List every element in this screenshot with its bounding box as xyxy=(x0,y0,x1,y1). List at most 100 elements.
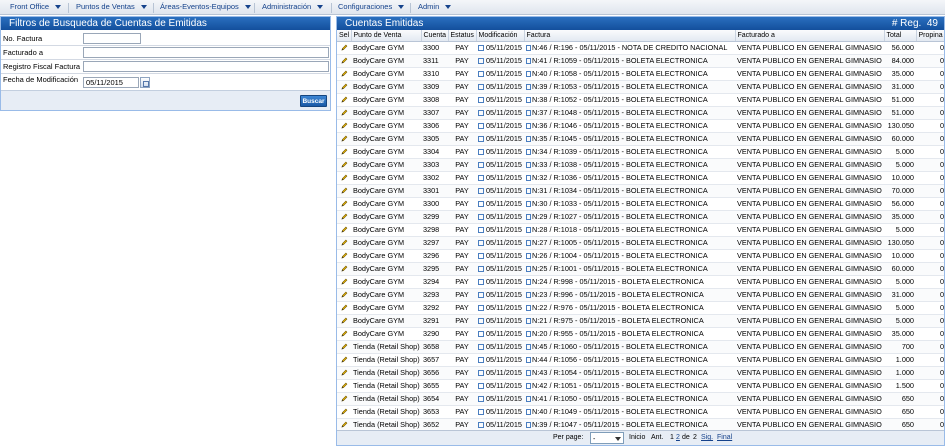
pencil-icon[interactable] xyxy=(340,225,348,233)
row-select[interactable] xyxy=(337,405,351,419)
row-select[interactable] xyxy=(337,288,351,302)
table-row[interactable]: BodyCare GYM 3294 PAY 05/11/2015 N:24 / R:99… xyxy=(337,275,944,289)
menu-configuraciones[interactable]: Configuraciones xyxy=(338,0,405,15)
table-row[interactable]: BodyCare GYM 3292 PAY 05/11/2015 N:22 / R:97… xyxy=(337,301,944,315)
pencil-icon[interactable] xyxy=(340,329,348,337)
checkbox-icon[interactable] xyxy=(478,252,484,259)
pencil-icon[interactable] xyxy=(340,56,348,64)
table-row[interactable]: BodyCare GYM 3307 PAY 05/11/2015 N:37 / R:10… xyxy=(337,106,944,120)
row-select[interactable] xyxy=(337,210,351,224)
table-row[interactable]: BodyCare GYM 3300 PAY 05/11/2015 N:30 / R:10… xyxy=(337,197,944,211)
row-select[interactable] xyxy=(337,262,351,276)
checkbox-icon[interactable] xyxy=(478,44,484,51)
checkbox-icon[interactable] xyxy=(478,109,484,116)
table-row[interactable]: BodyCare GYM 3297 PAY 05/11/2015 N:27 / R:10… xyxy=(337,236,944,250)
checkbox-icon[interactable] xyxy=(478,226,484,233)
pencil-icon[interactable] xyxy=(340,342,348,350)
col-propina[interactable]: Propina xyxy=(916,30,944,42)
table-row[interactable]: Tienda (Retail Shop) 3657 PAY 05/11/2015 N:4… xyxy=(337,353,944,367)
row-select[interactable] xyxy=(337,275,351,289)
pencil-icon[interactable] xyxy=(340,368,348,376)
pencil-icon[interactable] xyxy=(340,290,348,298)
pencil-icon[interactable] xyxy=(340,147,348,155)
col-facturado-a[interactable]: Facturado a xyxy=(735,30,885,42)
row-select[interactable] xyxy=(337,67,351,81)
pencil-icon[interactable] xyxy=(340,43,348,51)
pager-final[interactable]: Final xyxy=(717,434,732,441)
pencil-icon[interactable] xyxy=(340,355,348,363)
row-select[interactable] xyxy=(337,314,351,328)
pencil-icon[interactable] xyxy=(340,212,348,220)
menu-areas-eventos-equipos[interactable]: Áreas-Eventos-Equipos xyxy=(160,0,251,15)
pencil-icon[interactable] xyxy=(340,251,348,259)
table-row[interactable]: Tienda (Retail Shop) 3653 PAY 05/11/2015 N:4… xyxy=(337,405,944,419)
checkbox-icon[interactable] xyxy=(478,382,484,389)
table-row[interactable]: Tienda (Retail Shop) 3655 PAY 05/11/2015 N:4… xyxy=(337,379,944,393)
checkbox-icon[interactable] xyxy=(478,135,484,142)
checkbox-icon[interactable] xyxy=(478,148,484,155)
pencil-icon[interactable] xyxy=(340,394,348,402)
facturado-a-input[interactable] xyxy=(83,47,329,58)
row-select[interactable] xyxy=(337,80,351,94)
pencil-icon[interactable] xyxy=(340,277,348,285)
col-factura[interactable]: Factura xyxy=(524,30,736,42)
per-page-select[interactable]: - xyxy=(590,432,624,444)
pencil-icon[interactable] xyxy=(340,121,348,129)
pencil-icon[interactable] xyxy=(340,264,348,272)
table-row[interactable]: Tienda (Retail Shop) 3656 PAY 05/11/2015 N:4… xyxy=(337,366,944,380)
pencil-icon[interactable] xyxy=(340,173,348,181)
pager-page-1[interactable]: 1 xyxy=(670,434,674,441)
menu-puntos-de-ventas[interactable]: Puntos de Ventas xyxy=(76,0,147,15)
col-estatus[interactable]: Estatus xyxy=(448,30,477,42)
checkbox-icon[interactable] xyxy=(478,421,484,428)
row-select[interactable] xyxy=(337,340,351,354)
table-row[interactable]: BodyCare GYM 3309 PAY 05/11/2015 N:39 / R:10… xyxy=(337,80,944,94)
col-sel[interactable]: Sel xyxy=(337,30,352,42)
table-row[interactable]: BodyCare GYM 3310 PAY 05/11/2015 N:40 / R:10… xyxy=(337,67,944,81)
row-select[interactable] xyxy=(337,327,351,341)
row-select[interactable] xyxy=(337,145,351,159)
col-cuenta[interactable]: Cuenta xyxy=(421,30,449,42)
row-select[interactable] xyxy=(337,223,351,237)
checkbox-icon[interactable] xyxy=(478,70,484,77)
pencil-icon[interactable] xyxy=(340,238,348,246)
checkbox-icon[interactable] xyxy=(478,304,484,311)
table-row[interactable]: BodyCare GYM 3301 PAY 05/11/2015 N:31 / R:10… xyxy=(337,184,944,198)
checkbox-icon[interactable] xyxy=(478,83,484,90)
checkbox-icon[interactable] xyxy=(478,317,484,324)
col-total[interactable]: Total xyxy=(884,30,917,42)
table-row[interactable]: Tienda (Retail Shop) 3658 PAY 05/11/2015 N:4… xyxy=(337,340,944,354)
calendar-icon[interactable] xyxy=(140,77,150,88)
checkbox-icon[interactable] xyxy=(478,395,484,402)
table-row[interactable]: BodyCare GYM 3291 PAY 05/11/2015 N:21 / R:97… xyxy=(337,314,944,328)
table-row[interactable]: BodyCare GYM 3303 PAY 05/11/2015 N:33 / R:10… xyxy=(337,158,944,172)
checkbox-icon[interactable] xyxy=(478,343,484,350)
pager-ant[interactable]: Ant. xyxy=(651,434,663,441)
row-select[interactable] xyxy=(337,236,351,250)
table-row[interactable]: BodyCare GYM 3299 PAY 05/11/2015 N:29 / R:10… xyxy=(337,210,944,224)
table-row[interactable]: BodyCare GYM 3296 PAY 05/11/2015 N:26 / R:10… xyxy=(337,249,944,263)
checkbox-icon[interactable] xyxy=(478,96,484,103)
pager-sig[interactable]: Sig. xyxy=(701,434,713,441)
pencil-icon[interactable] xyxy=(340,82,348,90)
menu-admin[interactable]: Admin xyxy=(418,0,452,15)
table-row[interactable]: BodyCare GYM 3304 PAY 05/11/2015 N:34 / R:10… xyxy=(337,145,944,159)
table-row[interactable]: BodyCare GYM 3298 PAY 05/11/2015 N:28 / R:10… xyxy=(337,223,944,237)
pencil-icon[interactable] xyxy=(340,381,348,389)
row-select[interactable] xyxy=(337,106,351,120)
checkbox-icon[interactable] xyxy=(478,369,484,376)
pencil-icon[interactable] xyxy=(340,420,348,428)
pager-page-2[interactable]: 2 xyxy=(676,434,680,441)
table-row[interactable]: BodyCare GYM 3311 PAY 05/11/2015 N:41 / R:10… xyxy=(337,54,944,68)
table-row[interactable]: BodyCare GYM 3290 PAY 05/11/2015 N:20 / R:95… xyxy=(337,327,944,341)
menu-administracion[interactable]: Administración xyxy=(262,0,324,15)
col-modificacion[interactable]: Modificación xyxy=(476,30,525,42)
row-select[interactable] xyxy=(337,132,351,146)
row-select[interactable] xyxy=(337,184,351,198)
row-select[interactable] xyxy=(337,171,351,185)
row-select[interactable] xyxy=(337,54,351,68)
pencil-icon[interactable] xyxy=(340,186,348,194)
checkbox-icon[interactable] xyxy=(478,356,484,363)
col-punto-de-venta[interactable]: Punto de Venta xyxy=(351,30,422,42)
row-select[interactable] xyxy=(337,41,351,55)
